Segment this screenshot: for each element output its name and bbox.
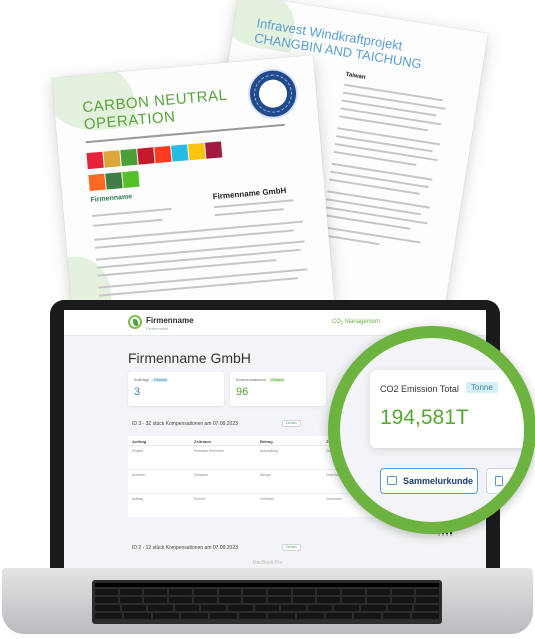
stat-label: Aufträge Gesamt: [134, 377, 169, 382]
stat-label-text: Kompensationen: [236, 377, 267, 382]
text-line: [341, 99, 437, 117]
certificate-front-document: CARBON NEUTRAL OPERATION Firmenname Firm…: [51, 55, 335, 323]
sdg-goal-icon: [188, 142, 206, 161]
text-line: [213, 199, 294, 209]
stat-card-orders: Aufträge Gesamt 3: [128, 372, 224, 406]
logo-name[interactable]: Firmenname: [146, 316, 194, 325]
document-subtitle: Taiwan: [345, 71, 366, 81]
stat-badge: Gesamt: [269, 378, 286, 382]
details-button[interactable]: Details: [282, 544, 301, 551]
stat-label-text: Aufträge: [134, 377, 150, 382]
sdg-goal-icon: [137, 147, 155, 165]
sdg-goal-icon: [154, 145, 172, 164]
table-cell: Auftrag: [132, 497, 144, 501]
page-title: Firmenname GmbH: [128, 350, 251, 366]
sammelurkunde-button[interactable]: Sammelurkunde ›: [380, 468, 478, 494]
section-title: ID 2 - 12 stück Kompensationen am 07.09.…: [132, 545, 238, 551]
button-label: Sammelurkunde: [403, 476, 474, 486]
text-line: [92, 218, 163, 227]
laptop-model-label: MacBook Pro: [252, 560, 283, 566]
stat-value: 3: [134, 386, 141, 398]
certificate-icon: [387, 476, 397, 485]
touch-bar: [95, 583, 439, 587]
sdg-goal-icon: [88, 173, 106, 192]
table-cell: Emission Einheiten: [194, 449, 224, 453]
table-cell: Projekt: [132, 449, 143, 453]
table-cell: Zeitraum: [194, 473, 208, 477]
table-cell: Einheit: [194, 497, 205, 501]
table-cell: Menge: [260, 473, 271, 477]
column-header: Auftrag: [132, 439, 147, 444]
logo-tagline: Firmenname: [146, 326, 169, 331]
chevron-right-icon: ›: [465, 475, 468, 485]
sdg-goal-icon: [105, 172, 123, 190]
laptop-keyboard: [92, 580, 442, 624]
co2-total-value: 194,581T: [380, 406, 469, 429]
stat-badge: Gesamt: [152, 378, 169, 382]
magnifier-callout: CO2 Emission Total Tonne 194,581T Sammel…: [328, 326, 535, 534]
details-button[interactable]: Details: [282, 420, 301, 427]
sdg-icon-grid: [86, 140, 239, 197]
carbon-neutral-seal: [245, 66, 301, 121]
co2-total-card: CO2 Emission Total Tonne 194,581T: [370, 370, 524, 448]
stat-label: Kompensationen Gesamt: [236, 377, 286, 382]
document-icon: [495, 476, 503, 486]
text-line: [214, 208, 285, 217]
text-line: [98, 277, 299, 297]
table-cell: Zertifikat: [260, 497, 274, 501]
document-button[interactable]: [486, 468, 524, 494]
sdg-goal-icon: [122, 170, 140, 189]
table-cell: Nummer: [132, 473, 146, 477]
logo-icon: [128, 315, 142, 329]
sdg-goal-icon: [86, 151, 104, 170]
sdg-goal-icon: [205, 141, 223, 159]
unit-badge: Tonne: [466, 382, 498, 393]
stat-card-compensations: Kompensationen Gesamt 96: [230, 372, 326, 406]
co2-total-label: CO2 Emission Total: [380, 384, 459, 394]
column-header: Zeitraum: [194, 439, 211, 444]
text-line: [325, 198, 421, 216]
sdg-goal-icon: [103, 150, 121, 168]
company-name: Firmenname GmbH: [212, 185, 287, 202]
stat-value: 96: [236, 386, 249, 398]
section-title: ID 3 - 32 stück Kompensationen am 07.09.…: [132, 421, 238, 427]
header-nav-link[interactable]: CO₂ Management: [332, 319, 380, 325]
column-header: Betrag: [260, 439, 273, 444]
text-line: [335, 135, 433, 153]
text-line: [91, 207, 172, 217]
order-section-header: ID 2 - 12 stück Kompensationen am 07.09.…: [128, 542, 428, 554]
table-cell: Ausstellung: [260, 449, 279, 453]
sdg-goal-icon: [120, 148, 138, 167]
sdg-goal-icon: [171, 144, 189, 162]
